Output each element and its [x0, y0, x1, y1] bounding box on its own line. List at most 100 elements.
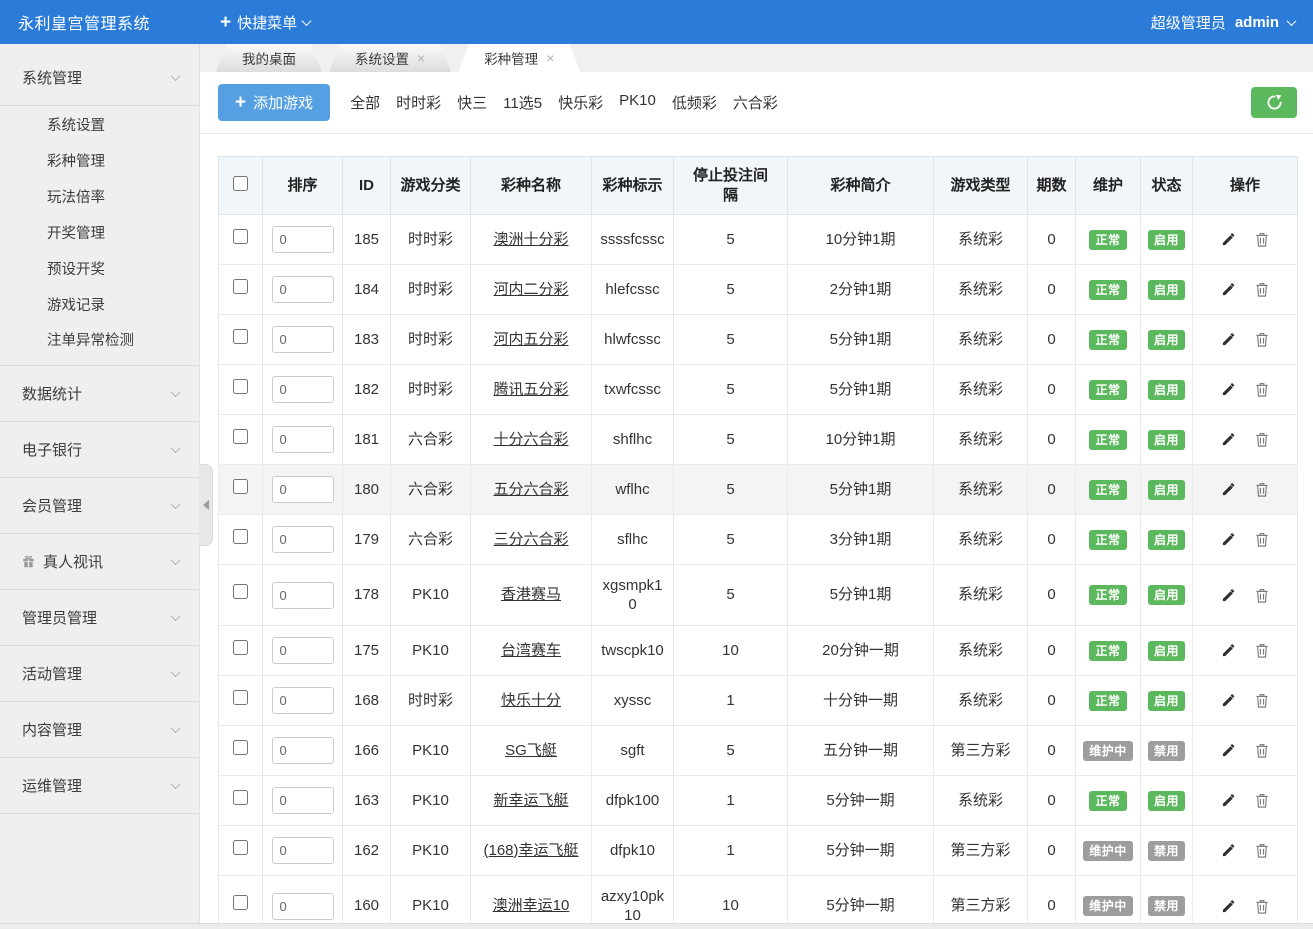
maintain-badge[interactable]: 正常	[1089, 585, 1126, 605]
close-icon[interactable]: ×	[546, 51, 554, 65]
delete-icon[interactable]	[1255, 232, 1269, 247]
sort-input[interactable]	[272, 276, 334, 303]
maintain-badge[interactable]: 正常	[1089, 230, 1126, 250]
user-menu[interactable]: 超级管理员 admin	[1151, 12, 1295, 33]
status-badge[interactable]: 启用	[1148, 791, 1185, 811]
filter-link[interactable]: 快三	[457, 92, 487, 113]
delete-icon[interactable]	[1255, 332, 1269, 347]
sidebar-item[interactable]: 游戏记录	[0, 286, 199, 322]
row-checkbox[interactable]	[233, 279, 248, 294]
edit-icon[interactable]	[1221, 693, 1236, 708]
delete-icon[interactable]	[1255, 899, 1269, 914]
row-checkbox[interactable]	[233, 429, 248, 444]
delete-icon[interactable]	[1255, 482, 1269, 497]
sidebar-item[interactable]: 电子银行	[0, 422, 199, 478]
sidebar-item[interactable]: 数据统计	[0, 366, 199, 422]
row-checkbox[interactable]	[233, 790, 248, 805]
delete-icon[interactable]	[1255, 282, 1269, 297]
status-badge[interactable]: 启用	[1148, 480, 1185, 500]
sidebar-item[interactable]: 注单异常检测	[0, 322, 199, 366]
edit-icon[interactable]	[1221, 282, 1236, 297]
sidebar-item[interactable]: 玩法倍率	[0, 178, 199, 214]
status-badge[interactable]: 禁用	[1148, 741, 1185, 761]
close-icon[interactable]: ×	[417, 51, 425, 65]
sidebar-item[interactable]: 真人视讯	[0, 534, 199, 590]
sidebar-item[interactable]: 系统管理	[0, 50, 199, 106]
lottery-name-link[interactable]: 河内五分彩	[493, 331, 568, 348]
status-badge[interactable]: 禁用	[1148, 841, 1185, 861]
sidebar-item[interactable]: 预设开奖	[0, 250, 199, 286]
maintain-badge[interactable]: 正常	[1089, 430, 1126, 450]
edit-icon[interactable]	[1221, 232, 1236, 247]
delete-icon[interactable]	[1255, 793, 1269, 808]
status-badge[interactable]: 禁用	[1148, 896, 1185, 916]
filter-link[interactable]: 时时彩	[396, 92, 441, 113]
sidebar-item[interactable]: 活动管理	[0, 646, 199, 702]
status-badge[interactable]: 启用	[1148, 280, 1185, 300]
lottery-name-link[interactable]: 河内二分彩	[493, 281, 568, 298]
tab[interactable]: 系统设置 ×	[329, 44, 451, 72]
maintain-badge[interactable]: 正常	[1089, 691, 1126, 711]
sort-input[interactable]	[272, 376, 334, 403]
sort-input[interactable]	[272, 326, 334, 353]
lottery-name-link[interactable]: 快乐十分	[501, 692, 561, 709]
filter-link[interactable]: 11选5	[503, 92, 542, 113]
status-badge[interactable]: 启用	[1148, 380, 1185, 400]
sidebar-item[interactable]: 运维管理	[0, 758, 199, 814]
delete-icon[interactable]	[1255, 843, 1269, 858]
delete-icon[interactable]	[1255, 432, 1269, 447]
sort-input[interactable]	[272, 687, 334, 714]
horizontal-scrollbar[interactable]	[0, 923, 1313, 929]
lottery-name-link[interactable]: 三分六合彩	[493, 531, 568, 548]
row-checkbox[interactable]	[233, 329, 248, 344]
maintain-badge[interactable]: 正常	[1089, 380, 1126, 400]
sidebar-item[interactable]: 会员管理	[0, 478, 199, 534]
status-badge[interactable]: 启用	[1148, 641, 1185, 661]
delete-icon[interactable]	[1255, 588, 1269, 603]
sort-input[interactable]	[272, 426, 334, 453]
sort-input[interactable]	[272, 226, 334, 253]
status-badge[interactable]: 启用	[1148, 585, 1185, 605]
delete-icon[interactable]	[1255, 743, 1269, 758]
sort-input[interactable]	[272, 893, 334, 920]
status-badge[interactable]: 启用	[1148, 530, 1185, 550]
sidebar-item[interactable]: 系统设置	[0, 106, 199, 142]
edit-icon[interactable]	[1221, 532, 1236, 547]
status-badge[interactable]: 启用	[1148, 330, 1185, 350]
lottery-name-link[interactable]: 台湾赛车	[501, 642, 561, 659]
maintain-badge[interactable]: 正常	[1089, 791, 1126, 811]
filter-link[interactable]: 低频彩	[672, 92, 717, 113]
tab[interactable]: 彩种管理 ×	[458, 44, 580, 72]
sort-input[interactable]	[272, 476, 334, 503]
delete-icon[interactable]	[1255, 532, 1269, 547]
tab[interactable]: 我的桌面	[216, 44, 322, 72]
lottery-name-link[interactable]: 澳洲十分彩	[493, 231, 568, 248]
sidebar-item[interactable]: 内容管理	[0, 702, 199, 758]
delete-icon[interactable]	[1255, 693, 1269, 708]
status-badge[interactable]: 启用	[1148, 230, 1185, 250]
sort-input[interactable]	[272, 526, 334, 553]
sort-input[interactable]	[272, 837, 334, 864]
row-checkbox[interactable]	[233, 529, 248, 544]
maintain-badge[interactable]: 正常	[1089, 330, 1126, 350]
maintain-badge[interactable]: 维护中	[1083, 741, 1133, 761]
row-checkbox[interactable]	[233, 640, 248, 655]
maintain-badge[interactable]: 正常	[1089, 641, 1126, 661]
edit-icon[interactable]	[1221, 843, 1236, 858]
maintain-badge[interactable]: 正常	[1089, 480, 1126, 500]
edit-icon[interactable]	[1221, 382, 1236, 397]
edit-icon[interactable]	[1221, 482, 1236, 497]
filter-link[interactable]: 快乐彩	[558, 92, 603, 113]
sidebar-item[interactable]: 开奖管理	[0, 214, 199, 250]
status-badge[interactable]: 启用	[1148, 691, 1185, 711]
lottery-name-link[interactable]: 十分六合彩	[493, 431, 568, 448]
status-badge[interactable]: 启用	[1148, 430, 1185, 450]
refresh-button[interactable]	[1251, 87, 1297, 118]
filter-link[interactable]: 全部	[350, 92, 380, 113]
row-checkbox[interactable]	[233, 740, 248, 755]
maintain-badge[interactable]: 维护中	[1083, 841, 1133, 861]
quick-menu-button[interactable]: + 快捷菜单	[220, 12, 310, 33]
edit-icon[interactable]	[1221, 643, 1236, 658]
sort-input[interactable]	[272, 637, 334, 664]
edit-icon[interactable]	[1221, 899, 1236, 914]
